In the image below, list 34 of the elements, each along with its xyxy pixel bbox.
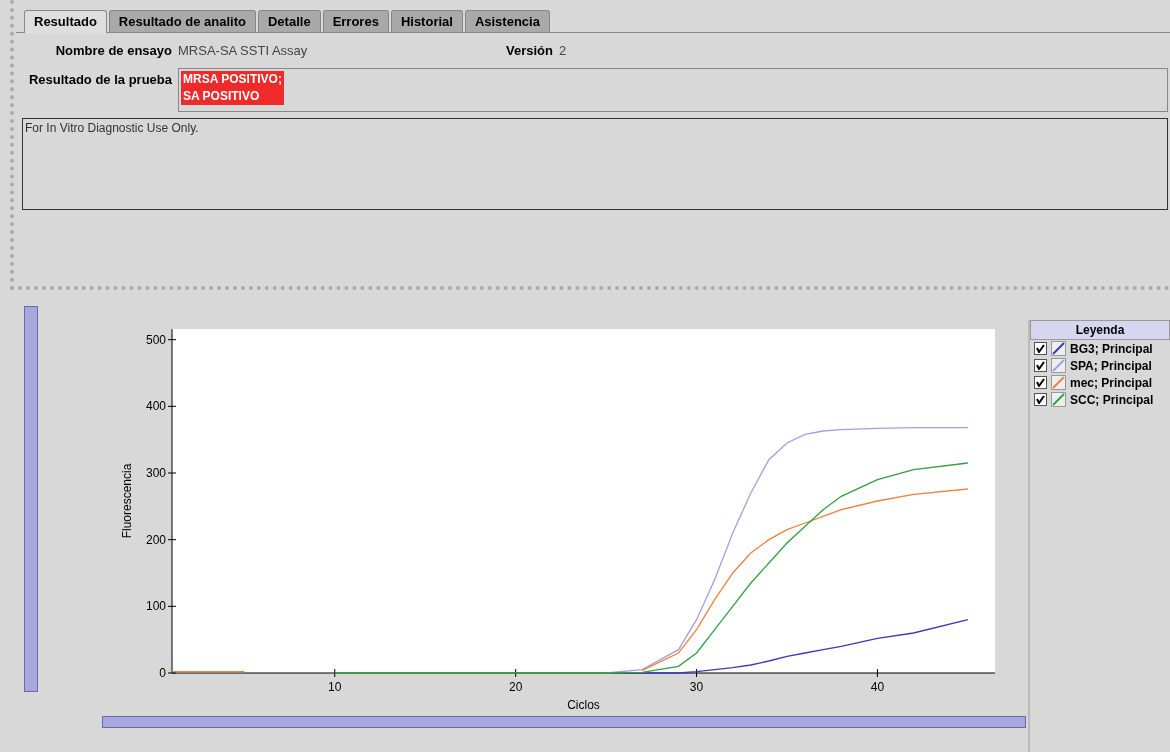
y-tick-label: 500 — [145, 332, 166, 347]
legend-label: BG3; Principal — [1070, 341, 1153, 356]
checkbox[interactable] — [1034, 359, 1047, 372]
result-text: MRSA POSITIVO; SA POSITIVO — [181, 71, 284, 105]
checkbox[interactable] — [1034, 376, 1047, 389]
y-tick-label: 100 — [145, 599, 166, 614]
tab[interactable]: Errores — [322, 10, 389, 32]
tab[interactable]: Asistencia — [464, 10, 550, 32]
x-tick-label: 10 — [328, 680, 342, 694]
x-tick-label: 30 — [689, 680, 704, 694]
tab[interactable]: Historial — [390, 10, 463, 32]
legend-label: mec; Principal — [1070, 375, 1153, 390]
y-tick-label: 200 — [145, 532, 166, 547]
field-label: Versión — [506, 43, 554, 58]
tab[interactable]: Resultado — [24, 10, 107, 33]
x-tick-label: 20 — [509, 680, 523, 694]
legend-label: SCC; Principal — [1070, 392, 1154, 407]
field-label: Resultado de la prueba — [27, 71, 173, 87]
y-tick-label: 400 — [145, 399, 166, 414]
field-value: MRSA-SA SSTI Assay — [178, 43, 309, 58]
y-axis-title: Fluorescencia — [120, 463, 134, 539]
legend-label: SPA; Principal — [1070, 358, 1152, 373]
checkbox[interactable] — [1034, 393, 1047, 406]
x-axis-title: Ciclos — [567, 698, 600, 710]
field-value: 2 — [558, 43, 568, 58]
tab[interactable]: Resultado de analito — [108, 10, 256, 32]
checkbox[interactable] — [1034, 342, 1047, 355]
notes-text: For In Vitro Diagnostic Use Only. — [22, 118, 1168, 210]
legend-title: Leyenda — [1030, 320, 1170, 340]
y-tick-label: 0 — [159, 666, 166, 680]
tab[interactable]: Detalle — [258, 10, 321, 32]
y-tick-label: 300 — [145, 466, 166, 480]
field-label: Nombre de ensayo — [54, 43, 173, 58]
x-tick-label: 40 — [870, 680, 885, 694]
